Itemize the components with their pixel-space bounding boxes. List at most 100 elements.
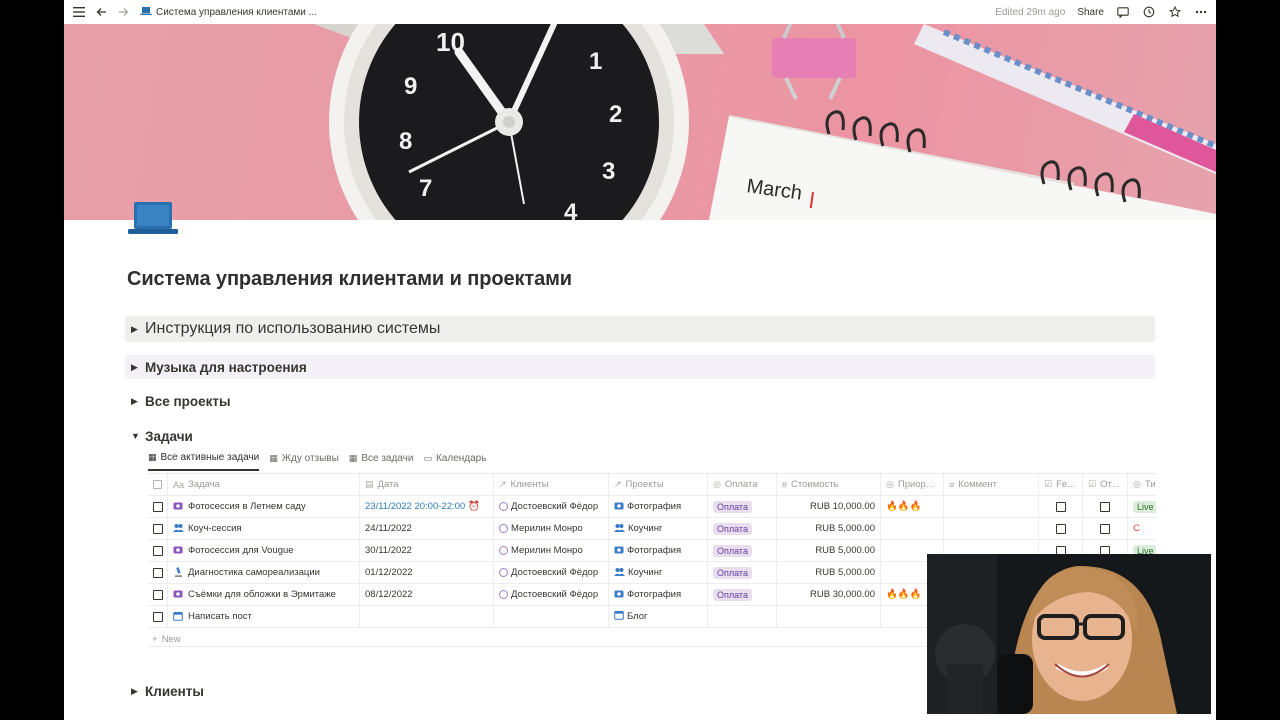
payment-cell[interactable]: Оплата xyxy=(708,496,777,517)
select-all-checkbox[interactable] xyxy=(148,474,168,495)
column-header-date[interactable]: ▤ Дата xyxy=(360,474,494,495)
client-cell[interactable]: Достоевский Фёдор xyxy=(494,584,609,605)
toggle-arrow-down-icon[interactable]: ▼ xyxy=(131,431,145,441)
menu-icon[interactable] xyxy=(72,5,86,19)
back-arrow-icon[interactable] xyxy=(94,5,108,19)
payment-cell[interactable] xyxy=(708,606,777,627)
client-cell[interactable]: Мерилин Монро xyxy=(494,518,609,539)
toggle-instructions[interactable]: ▶ Инструкция по использованию системы xyxy=(125,316,1155,342)
column-header-cost[interactable]: # Стоимость xyxy=(777,474,881,495)
row-checkbox[interactable] xyxy=(148,518,168,539)
cost-cell[interactable]: RUB 10,000.00 xyxy=(777,496,881,517)
payment-cell[interactable]: Оплата xyxy=(708,584,777,605)
breadcrumb[interactable]: Система управления клиентами ... xyxy=(140,6,317,19)
toggle-music[interactable]: ▶ Музыка для настроения xyxy=(125,355,1155,379)
tab-all-tasks[interactable]: ▦ Все задачи xyxy=(349,452,414,471)
payment-cell[interactable]: Оплата xyxy=(708,518,777,539)
priority-cell[interactable] xyxy=(881,518,944,539)
header-label: Оплата xyxy=(724,479,758,490)
project-cell[interactable]: Коучинг xyxy=(609,518,708,539)
date-cell[interactable]: 23/11/2022 20:00-22:00 ⏰ xyxy=(360,496,494,517)
forward-arrow-icon[interactable] xyxy=(116,5,130,19)
history-icon[interactable] xyxy=(1142,5,1156,19)
toggle-arrow-icon[interactable]: ▶ xyxy=(131,362,145,373)
client-cell[interactable]: Достоевский Фёдор xyxy=(494,562,609,583)
type-cell[interactable]: Live xyxy=(1128,496,1156,517)
more-icon[interactable] xyxy=(1194,5,1208,19)
column-header-priority[interactable]: ◎ Приор... xyxy=(881,474,944,495)
tab-active-tasks[interactable]: ▦ Все активные задачи xyxy=(148,452,260,471)
payment-cell[interactable]: Оплата xyxy=(708,562,777,583)
row-checkbox[interactable] xyxy=(148,496,168,517)
task-cell[interactable]: Диагностика самореализации xyxy=(168,562,360,583)
task-cell[interactable]: Написать пост xyxy=(168,606,360,627)
share-button[interactable]: Share xyxy=(1077,7,1104,18)
date-value: 24/11/2022 xyxy=(365,523,412,534)
fe-checkbox[interactable] xyxy=(1055,523,1066,534)
column-header-comment[interactable]: ≡ Коммент xyxy=(944,474,1039,495)
date-cell[interactable]: 08/12/2022 xyxy=(360,584,494,605)
page-title[interactable]: Система управления клиентами и проектами xyxy=(127,268,572,291)
row-checkbox[interactable] xyxy=(148,540,168,561)
comment-cell[interactable] xyxy=(944,518,1039,539)
ot-cell[interactable] xyxy=(1083,518,1128,539)
task-cell[interactable]: Фотосессия для Vougue xyxy=(168,540,360,561)
fe-checkbox[interactable] xyxy=(1055,501,1066,512)
toggle-tasks[interactable]: ▼ Задачи xyxy=(125,424,1155,448)
date-cell[interactable]: 30/11/2022 xyxy=(360,540,494,561)
client-cell[interactable] xyxy=(494,606,609,627)
table-row[interactable]: Коуч-сессия 24/11/2022 Мерилин Монро Коучин… xyxy=(148,518,1156,540)
person-icon xyxy=(499,524,508,533)
table-row[interactable]: Фотосессия в Летнем саду 23/11/2022 20:00… xyxy=(148,496,1156,518)
task-cell[interactable]: Съёмки для обложки в Эрмитаже xyxy=(168,584,360,605)
comment-cell[interactable] xyxy=(944,496,1039,517)
tab-waiting-reviews[interactable]: ▦ Жду отзывы xyxy=(269,452,339,471)
comment-icon[interactable] xyxy=(1116,5,1130,19)
date-cell[interactable]: 24/11/2022 xyxy=(360,518,494,539)
task-cell[interactable]: Фотосессия в Летнем саду xyxy=(168,496,360,517)
column-header-type[interactable]: ◎ Ти xyxy=(1128,474,1156,495)
column-header-task[interactable]: Aa Задача xyxy=(168,474,360,495)
tab-label: Все активные задачи xyxy=(160,452,260,463)
task-cell[interactable]: Коуч-сессия xyxy=(168,518,360,539)
date-cell[interactable] xyxy=(360,606,494,627)
payment-cell[interactable]: Оплата xyxy=(708,540,777,561)
client-cell[interactable]: Достоевский Фёдор xyxy=(494,496,609,517)
project-cell[interactable]: Фотография xyxy=(609,584,708,605)
ot-cell[interactable] xyxy=(1083,496,1128,517)
row-checkbox[interactable] xyxy=(148,562,168,583)
cost-cell[interactable]: RUB 5,000.00 xyxy=(777,562,881,583)
column-header-ot[interactable]: ☑ От... xyxy=(1083,474,1128,495)
toggle-all-projects[interactable]: ▶ Все проекты xyxy=(125,389,1155,413)
header-label: Коммент xyxy=(958,479,998,490)
priority-cell[interactable]: 🔥🔥🔥 xyxy=(881,496,944,517)
column-header-projects[interactable]: ↗ Проекты xyxy=(609,474,708,495)
svg-text:4: 4 xyxy=(564,199,578,220)
column-header-payment[interactable]: ◎ Оплата xyxy=(708,474,777,495)
project-cell[interactable]: Фотография xyxy=(609,540,708,561)
date-cell[interactable]: 01/12/2022 xyxy=(360,562,494,583)
star-icon[interactable] xyxy=(1168,5,1182,19)
column-header-clients[interactable]: ↗ Клиенты xyxy=(494,474,609,495)
column-header-fe[interactable]: ☑ Fe... xyxy=(1039,474,1083,495)
client-cell[interactable]: Мерилин Монро xyxy=(494,540,609,561)
ot-checkbox[interactable] xyxy=(1100,523,1110,534)
ot-checkbox[interactable] xyxy=(1100,501,1110,512)
toggle-arrow-icon[interactable]: ▶ xyxy=(131,324,145,335)
project-cell[interactable]: Коучинг xyxy=(609,562,708,583)
project-cell[interactable]: Блог xyxy=(609,606,708,627)
cost-cell[interactable]: RUB 5,000.00 xyxy=(777,540,881,561)
cost-cell[interactable]: RUB 30,000.00 xyxy=(777,584,881,605)
toggle-arrow-icon[interactable]: ▶ xyxy=(131,686,145,697)
page-laptop-icon[interactable] xyxy=(127,200,179,240)
row-checkbox[interactable] xyxy=(148,584,168,605)
cost-cell[interactable]: RUB 5,000.00 xyxy=(777,518,881,539)
project-cell[interactable]: Фотография xyxy=(609,496,708,517)
type-cell[interactable]: С xyxy=(1128,518,1156,539)
fe-cell[interactable] xyxy=(1039,518,1083,539)
fe-cell[interactable] xyxy=(1039,496,1083,517)
tab-calendar[interactable]: ▭ Календарь xyxy=(423,452,486,471)
toggle-arrow-icon[interactable]: ▶ xyxy=(131,396,145,407)
cost-cell[interactable] xyxy=(777,606,881,627)
row-checkbox[interactable] xyxy=(148,606,168,627)
